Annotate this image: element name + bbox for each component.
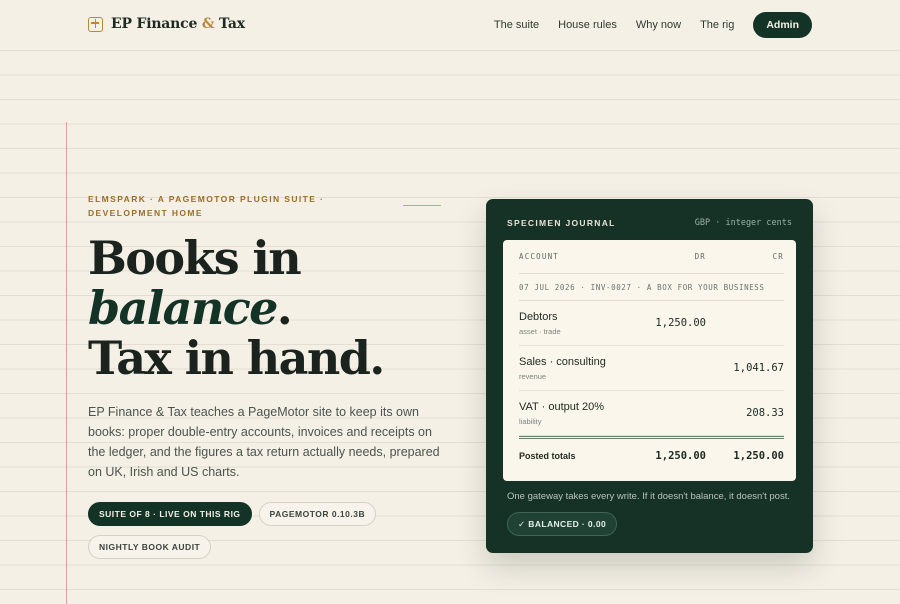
- nav-link-house-rules[interactable]: House rules: [558, 19, 617, 31]
- nav-link-the-rig[interactable]: The rig: [700, 19, 734, 31]
- specimen-journal-card: SPECIMEN JOURNAL GBP · integer cents ACC…: [486, 199, 813, 553]
- account-name: Sales · consulting: [519, 355, 606, 368]
- main-nav: The suite House rules Why now The rig Ad…: [494, 12, 812, 38]
- nav-link-why-now[interactable]: Why now: [636, 19, 681, 31]
- ledger-icon: [88, 16, 103, 32]
- hero-headline: Books in balance. Tax in hand.: [88, 231, 385, 385]
- credit-amount: 1,041.67: [733, 362, 784, 374]
- pill-nightly-audit[interactable]: NIGHTLY BOOK AUDIT: [88, 535, 212, 559]
- ledger-line: Sales · consulting revenue 1,041.67: [519, 346, 784, 391]
- debit-amount: 1,250.00: [655, 317, 706, 329]
- total-debit: 1,250.00: [655, 449, 706, 462]
- headline-line-3: Tax in hand.: [88, 331, 385, 385]
- totals-label: Posted totals: [519, 450, 576, 461]
- account-type: liability: [519, 416, 542, 426]
- entry-reference: 07 JUL 2026 · INV-0027 · A BOX FOR YOUR …: [519, 274, 784, 301]
- admin-button[interactable]: Admin: [753, 12, 812, 38]
- ledger-column-headers: ACCOUNT DR CR: [519, 240, 784, 274]
- ledger-line: Debtors asset · trade 1,250.00: [519, 301, 784, 346]
- brand-logo[interactable]: EP Finance & Tax: [88, 16, 245, 32]
- credit-amount: 208.33: [746, 407, 784, 419]
- gateway-note: One gateway takes every write. If it doe…: [507, 491, 790, 502]
- account-name: VAT · output 20%: [519, 400, 604, 413]
- site-header: EP Finance & Tax The suite House rules W…: [0, 0, 900, 51]
- brand-ampersand: &: [201, 16, 215, 32]
- ledger-line: VAT · output 20% liability 208.33: [519, 391, 784, 436]
- hero-pills: SUITE OF 8 · LIVE ON THIS RIG PAGEMOTOR …: [88, 502, 388, 568]
- brand-name: EP Finance & Tax: [111, 16, 245, 32]
- pill-pagemotor-version[interactable]: PAGEMOTOR 0.10.3B: [258, 502, 377, 526]
- margin-line: [66, 122, 67, 604]
- nav-link-the-suite[interactable]: The suite: [494, 19, 539, 31]
- hero-description: EP Finance & Tax teaches a PageMotor sit…: [88, 405, 440, 479]
- account-type: revenue: [519, 371, 547, 381]
- column-cr: CR: [772, 252, 784, 261]
- balanced-badge: ✓ BALANCED · 0.00: [507, 512, 618, 536]
- journal-currency-meta: GBP · integer cents: [694, 218, 792, 228]
- headline-accent: balance: [88, 281, 278, 335]
- hero-eyebrow: ELMSPARK · A PAGEMOTOR PLUGIN SUITE · DE…: [88, 194, 325, 218]
- headline-line-1: Books in: [88, 231, 302, 285]
- journal-title: SPECIMEN JOURNAL: [507, 218, 616, 228]
- journal-ledger: ACCOUNT DR CR 07 JUL 2026 · INV-0027 · A…: [503, 240, 796, 481]
- account-name: Debtors: [519, 310, 558, 323]
- headline-period: .: [276, 281, 293, 335]
- total-credit: 1,250.00: [733, 449, 784, 462]
- pill-suite-live[interactable]: SUITE OF 8 · LIVE ON THIS RIG: [88, 502, 252, 526]
- account-type: asset · trade: [519, 326, 561, 336]
- eyebrow-divider: [403, 205, 441, 206]
- column-dr: DR: [694, 252, 706, 261]
- column-account: ACCOUNT: [519, 252, 560, 261]
- posted-totals-row: Posted totals 1,250.00 1,250.00: [519, 436, 784, 472]
